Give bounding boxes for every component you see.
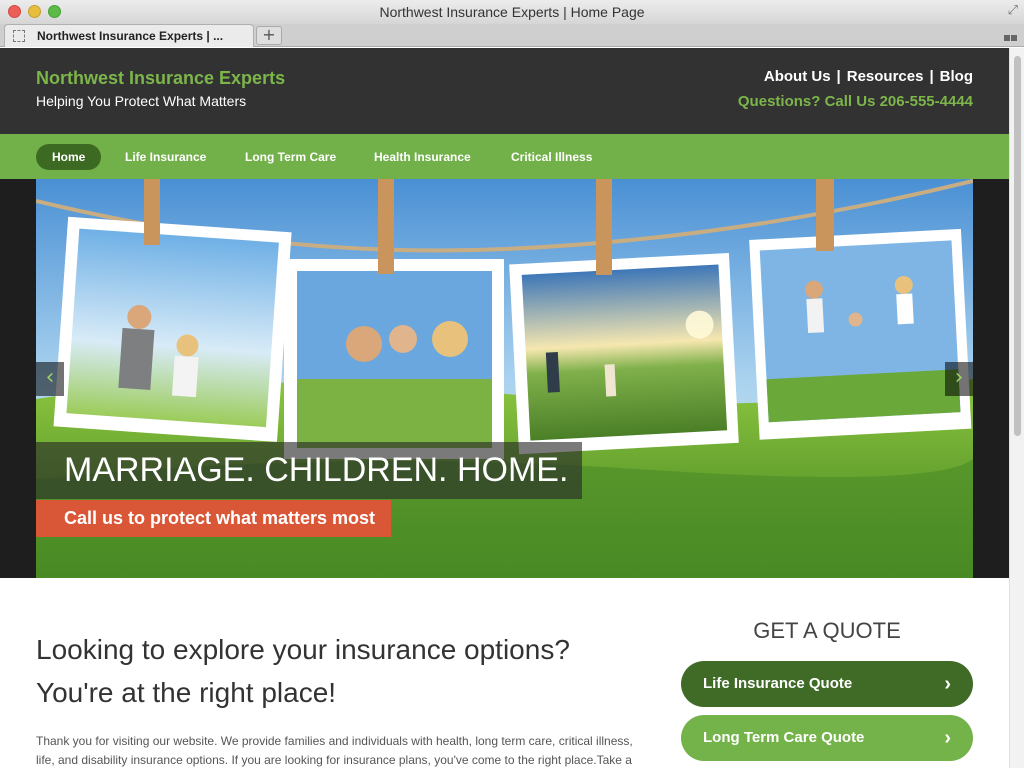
main-nav: Home Life Insurance Long Term Care Healt… <box>0 134 1009 179</box>
nav-item-long-term-care[interactable]: Long Term Care <box>229 144 352 170</box>
nav-item-life-insurance[interactable]: Life Insurance <box>109 144 222 170</box>
button-label: Long Term Care Quote <box>703 729 865 746</box>
new-tab-button[interactable]: + <box>256 26 282 45</box>
top-links: About Us | Resources | Blog <box>764 68 973 85</box>
nav-item-critical-illness[interactable]: Critical Illness <box>495 144 608 170</box>
life-insurance-quote-button[interactable]: Life Insurance Quote › <box>681 661 973 707</box>
link-separator: | <box>836 68 841 85</box>
tab-bar: Northwest Insurance Experts | ... + <box>0 24 1024 60</box>
about-us-link[interactable]: About Us <box>764 68 831 85</box>
tab-title: Northwest Insurance Experts | ... <box>37 29 224 43</box>
resources-link[interactable]: Resources <box>847 68 924 85</box>
long-term-care-quote-button[interactable]: Long Term Care Quote › <box>681 715 973 761</box>
page-headline: Looking to explore your insurance option… <box>36 634 570 708</box>
blog-link[interactable]: Blog <box>940 68 973 85</box>
window-title: Northwest Insurance Experts | Home Page <box>379 4 645 20</box>
link-separator: | <box>929 68 934 85</box>
get-a-quote-heading: GET A QUOTE <box>753 618 901 643</box>
site-header: Northwest Insurance Experts Helping You … <box>0 48 1009 134</box>
nav-item-home[interactable]: Home <box>36 144 102 170</box>
hero-subtitle[interactable]: Call us to protect what matters most <box>36 500 392 537</box>
page-scrollbar[interactable] <box>1009 48 1024 768</box>
hero-slide: ‹ › MARRIAGE. CHILDREN. HOME. Call us to… <box>36 179 973 578</box>
site-name[interactable]: Northwest Insurance Experts <box>36 68 285 89</box>
slider-prev-button[interactable]: ‹ <box>36 362 64 396</box>
chevron-right-icon: › <box>944 673 951 695</box>
slider-next-button[interactable]: › <box>945 362 973 396</box>
intro-paragraph: Thank you for visiting our website. We p… <box>36 734 633 767</box>
main-content: Looking to explore your insurance option… <box>0 578 1009 768</box>
button-label: Life Insurance Quote <box>703 675 853 692</box>
fullscreen-icon[interactable]: ⤢ <box>1008 3 1018 18</box>
nav-item-health-insurance[interactable]: Health Insurance <box>358 144 487 170</box>
browser-tab[interactable]: Northwest Insurance Experts | ... <box>4 24 254 47</box>
scrollbar-thumb[interactable] <box>1014 56 1021 436</box>
chevron-right-icon: › <box>944 727 951 749</box>
hero-slider: ‹ › MARRIAGE. CHILDREN. HOME. Call us to… <box>0 179 1009 578</box>
window-titlebar: Northwest Insurance Experts | Home Page … <box>0 0 1024 24</box>
hero-title: MARRIAGE. CHILDREN. HOME. <box>36 442 583 499</box>
tab-overview-icon[interactable] <box>1004 27 1018 60</box>
page-favicon-icon <box>13 30 25 42</box>
site-tagline: Helping You Protect What Matters <box>36 93 247 109</box>
phone-callout[interactable]: Questions? Call Us 206-555-4444 <box>738 93 973 110</box>
